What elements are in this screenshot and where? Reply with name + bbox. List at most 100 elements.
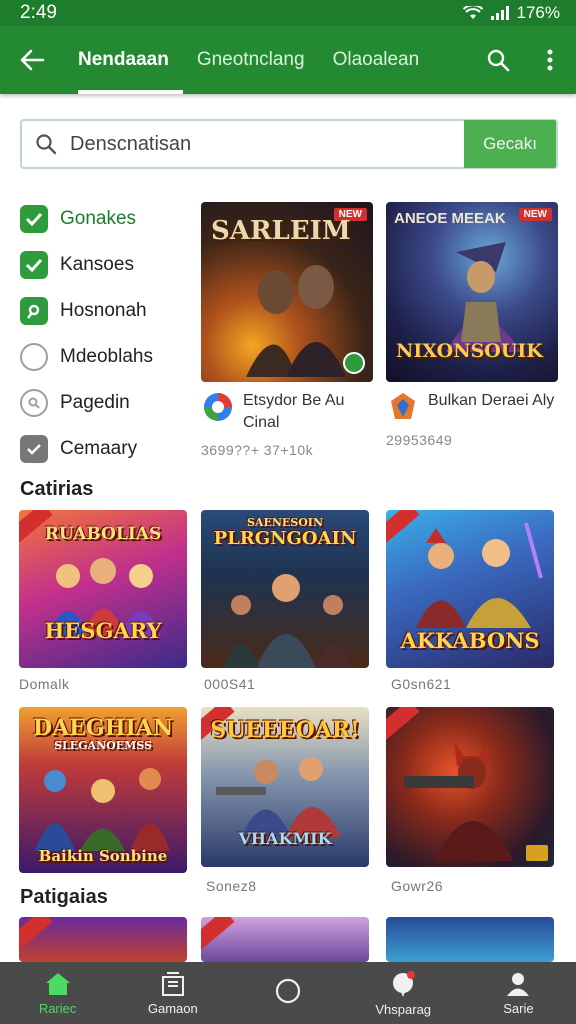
tab-olaoalean[interactable]: Olaoalean bbox=[319, 26, 434, 94]
filter-label: Gonakes bbox=[60, 208, 137, 229]
nav-label: Rariec bbox=[38, 1000, 77, 1016]
warriors-art bbox=[416, 522, 543, 628]
game-tile[interactable] bbox=[386, 917, 554, 962]
featured-card[interactable]: NEW SARLEIM Etsydor Be Au Cinal 3699??+ … bbox=[201, 202, 373, 458]
characters-art bbox=[246, 265, 346, 377]
person-icon bbox=[507, 972, 530, 996]
tile-art-header: RUABOLIAS bbox=[44, 524, 162, 544]
game-cover-image: NEW SARLEIM bbox=[201, 202, 373, 382]
tile-caption: G0sn621 bbox=[391, 676, 452, 692]
nav-label: Gamaon bbox=[147, 1000, 198, 1016]
filter-item[interactable]: Mdeoblahs bbox=[20, 334, 190, 380]
tile-caption: Gowr26 bbox=[391, 878, 444, 894]
gunners-art bbox=[216, 757, 341, 837]
search-submit-button[interactable]: Gecakı bbox=[464, 120, 556, 168]
library-icon bbox=[161, 971, 184, 996]
tile-caption: Domalk bbox=[19, 676, 70, 692]
status-icons: 176% bbox=[462, 3, 560, 23]
knight-art bbox=[446, 242, 521, 352]
filter-list: Gonakes Kansoes Hosnonah Mdeoblahs Paged… bbox=[20, 196, 190, 472]
tile-art-title: PLRGNGOAIN bbox=[213, 528, 357, 549]
checkbox-checked-icon bbox=[20, 251, 48, 279]
search-circle-icon bbox=[20, 389, 48, 417]
status-bar: 2:49 176% bbox=[0, 0, 576, 26]
filter-label: Hosnonah bbox=[60, 300, 147, 321]
search-bar: Gecakı bbox=[20, 119, 558, 169]
game-tile[interactable]: SAENESOIN PLRGNGOAIN bbox=[201, 510, 369, 668]
radio-unchecked-icon bbox=[20, 343, 48, 371]
signal-icon bbox=[490, 6, 509, 20]
app-logo-icon bbox=[386, 390, 420, 424]
verified-icon bbox=[343, 352, 365, 374]
tile-art-title: AKKABONS bbox=[400, 628, 540, 653]
nav-home[interactable]: Rariec bbox=[0, 962, 115, 1024]
filter-label: Pagedin bbox=[60, 392, 130, 413]
arrow-left-icon bbox=[20, 49, 45, 71]
tab-nendaaan[interactable]: Nendaaan bbox=[64, 26, 183, 94]
tile-art-subtitle: VHAKMIK bbox=[238, 829, 332, 848]
featured-card[interactable]: NEW ANEOE MEEAK NIXONSOUIK Bulkan Deraei… bbox=[386, 202, 558, 448]
nav-label: Sarie bbox=[503, 1000, 534, 1016]
wifi-icon bbox=[462, 6, 483, 19]
game-tile[interactable] bbox=[19, 917, 187, 962]
battery-level: 176% bbox=[516, 3, 560, 22]
featured-stats: 3699??+ 37+10k bbox=[201, 442, 314, 458]
game-cover-image: NEW ANEOE MEEAK NIXONSOUIK bbox=[386, 202, 558, 382]
game-tile[interactable] bbox=[386, 707, 554, 867]
back-button[interactable] bbox=[0, 26, 64, 94]
new-badge: NEW bbox=[518, 208, 552, 221]
location-pin-icon bbox=[20, 297, 48, 325]
nav-label: Vhsparag bbox=[375, 1001, 432, 1017]
featured-stats: 29953649 bbox=[386, 432, 453, 448]
search-button[interactable] bbox=[472, 26, 524, 94]
tile-art-title: DAEGHIAN bbox=[33, 715, 173, 741]
tile-art-title: SUEEEOAR! bbox=[210, 717, 360, 743]
rating-icon bbox=[526, 845, 548, 861]
featured-meta: Etsydor Be Au Cinal bbox=[201, 390, 373, 434]
search-input[interactable] bbox=[70, 132, 464, 156]
filter-label: Kansoes bbox=[60, 254, 134, 275]
tile-caption: Sonez8 bbox=[206, 878, 257, 894]
nav-games[interactable]: Gamaon bbox=[115, 962, 230, 1024]
filter-item[interactable]: Hosnonah bbox=[20, 288, 190, 334]
checkbox-filled-icon bbox=[20, 435, 48, 463]
status-time: 2:49 bbox=[20, 2, 57, 23]
checkbox-checked-icon bbox=[20, 205, 48, 233]
game-tile[interactable] bbox=[201, 917, 369, 962]
more-vert-icon bbox=[547, 49, 553, 71]
tab-gneotnclang[interactable]: Gneotnclang bbox=[183, 26, 319, 94]
game-tile[interactable]: SUEEEOAR! VHAKMIK bbox=[201, 707, 369, 867]
demon-art bbox=[404, 741, 514, 861]
soldiers-art bbox=[223, 574, 351, 668]
search-field-icon bbox=[22, 133, 70, 155]
game-tile[interactable]: DAEGHIAN SLEGANOEMSS Baikin Sonbine bbox=[19, 707, 187, 873]
filter-label: Mdeoblahs bbox=[60, 346, 153, 367]
nav-notifications[interactable]: Vhsparag bbox=[346, 962, 461, 1024]
tile-art-title: HESGARY bbox=[44, 618, 162, 643]
featured-app-name: Etsydor Be Au Cinal bbox=[243, 392, 345, 431]
featured-meta: Bulkan Deraei Aly bbox=[386, 390, 558, 424]
app-bar-actions bbox=[472, 26, 576, 94]
app-bar: Nendaaan Gneotnclang Olaoalean bbox=[0, 26, 576, 94]
filter-item[interactable]: Kansoes bbox=[20, 242, 190, 288]
filter-label: Cemaary bbox=[60, 438, 138, 459]
filter-item[interactable]: Pagedin bbox=[20, 380, 190, 426]
circle-home-icon bbox=[275, 978, 301, 1004]
cover-title: SARLEIM bbox=[211, 216, 351, 246]
game-tile[interactable]: RUABOLIAS HESGARY bbox=[19, 510, 187, 668]
app-logo-icon bbox=[201, 390, 235, 424]
nav-profile[interactable]: Sarie bbox=[461, 962, 576, 1024]
cover-title: NIXONSOUIK bbox=[396, 340, 543, 362]
chat-bubble-icon bbox=[393, 970, 416, 997]
section-title-categories: Catirias bbox=[20, 478, 94, 500]
cover-header: ANEOE MEEAK bbox=[394, 210, 506, 227]
ribbon-badge bbox=[201, 917, 235, 953]
game-tile[interactable]: AKKABONS bbox=[386, 510, 554, 668]
filter-item[interactable]: Cemaary bbox=[20, 426, 190, 472]
filter-item[interactable]: Gonakes bbox=[20, 196, 190, 242]
nav-center[interactable] bbox=[230, 962, 345, 1024]
tile-art-subtitle: Baikin Sonbine bbox=[38, 847, 168, 865]
team-art bbox=[35, 768, 170, 851]
more-button[interactable] bbox=[524, 26, 576, 94]
search-icon bbox=[487, 49, 510, 72]
